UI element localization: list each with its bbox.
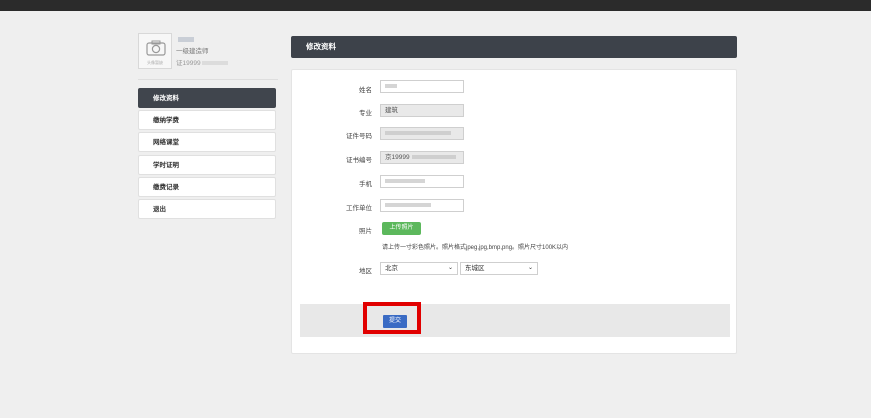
phone-field[interactable] (380, 175, 464, 188)
cert-number-field: 京19999 (380, 151, 464, 164)
region-label: 地区 (359, 268, 372, 275)
name-label: 姓名 (359, 87, 372, 94)
id-number-field (380, 127, 464, 140)
name-field[interactable] (380, 80, 464, 93)
user-cert-text: 证19999 (176, 60, 201, 67)
user-cert: 证19999 (176, 57, 228, 67)
district-value: 东城区 (465, 265, 485, 272)
cert-number-redacted (411, 155, 456, 160)
camera-icon (146, 40, 166, 56)
user-name-redacted (178, 37, 194, 42)
province-select[interactable]: 北京 ⌄ (380, 262, 458, 275)
province-value: 北京 (385, 265, 398, 272)
sidebar-item-edit-profile[interactable]: 修改资料 (138, 88, 276, 108)
company-redacted (385, 203, 431, 208)
upload-photo-button[interactable]: 上传照片 (382, 222, 421, 235)
phone-label: 手机 (359, 181, 372, 188)
chevron-down-icon: ⌄ (527, 265, 533, 271)
sidebar-item-online-class[interactable]: 网络课堂 (138, 132, 276, 153)
cert-number-value: 京19999 (385, 154, 410, 161)
user-title: 一级建造师 (176, 48, 209, 55)
id-redacted (385, 131, 451, 136)
company-field[interactable] (380, 199, 464, 212)
sidebar-item-payment-records[interactable]: 缴费记录 (138, 176, 276, 197)
sidebar-item-hours-proof[interactable]: 学时证明 (138, 154, 276, 175)
phone-redacted (385, 179, 425, 184)
submit-button[interactable]: 提交 (383, 315, 407, 328)
sidebar-item-pay-tuition[interactable]: 缴纳学费 (138, 110, 276, 131)
major-field: 建筑 (380, 104, 464, 117)
top-bar (0, 0, 871, 11)
major-label: 专业 (359, 110, 372, 117)
district-select[interactable]: 东城区 ⌄ (460, 262, 538, 275)
id-number-label: 证件号码 (346, 133, 372, 140)
page-title: 修改资料 (291, 36, 737, 58)
name-redacted (385, 84, 397, 89)
user-profile: 头像暂缺 一级建造师 证19999 (138, 33, 278, 73)
chevron-down-icon: ⌄ (447, 265, 453, 271)
cert-redacted (201, 61, 228, 66)
avatar: 头像暂缺 (138, 33, 172, 69)
sidebar-divider (138, 79, 278, 80)
avatar-caption: 头像暂缺 (147, 60, 163, 65)
photo-hint: 请上传一寸彩色照片。照片格式jpeg,jpg,bmp,png。照片尺寸100K以… (382, 245, 569, 251)
profile-form: 姓名 专业 建筑 证件号码 证书编号 京19999 手机 工作单位 照片 上传照… (291, 69, 737, 354)
sidebar-item-logout[interactable]: 退出 (138, 198, 276, 219)
company-label: 工作单位 (346, 205, 372, 212)
sidebar-menu: 修改资料 缴纳学费 网络课堂 学时证明 缴费记录 退出 (138, 88, 276, 221)
photo-label: 照片 (359, 228, 372, 235)
cert-number-label: 证书编号 (346, 157, 372, 164)
